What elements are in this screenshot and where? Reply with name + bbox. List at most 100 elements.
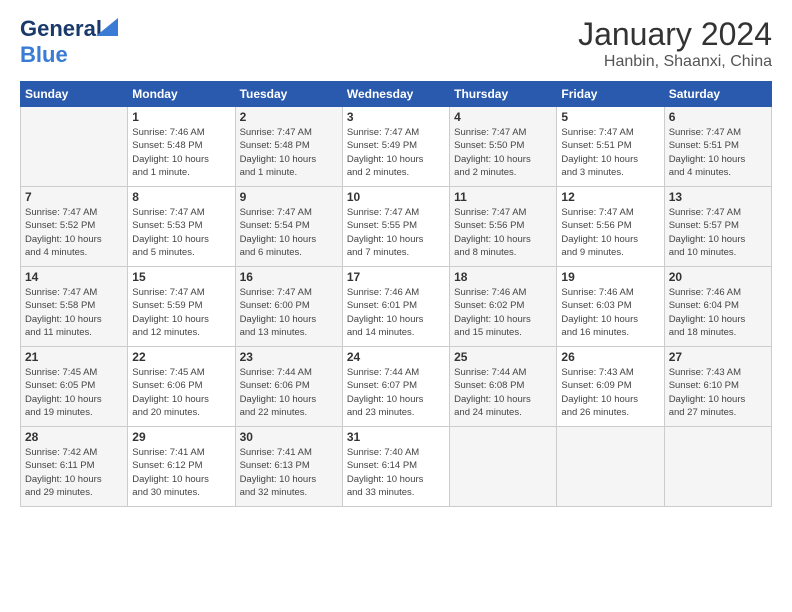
calendar-cell: 10 Sunrise: 7:47 AM Sunset: 5:55 PM Dayli… <box>342 187 449 267</box>
logo-blue: Blue <box>20 42 68 67</box>
calendar-cell: 12Sunrise: 7:47 AM Sunset: 5:56 PM Dayli… <box>557 187 664 267</box>
page: General Blue January 2024 Hanbin, Shaanx… <box>0 0 792 612</box>
calendar-cell: 29 Sunrise: 7:41 AM Sunset: 6:12 PM Dayli… <box>128 427 235 507</box>
day-info: Sunrise: 7:47 AM Sunset: 5:58 PM Dayligh… <box>25 286 123 339</box>
calendar-cell: 8 Sunrise: 7:47 AM Sunset: 5:53 PM Daylig… <box>128 187 235 267</box>
calendar-cell: 19 Sunrise: 7:46 AM Sunset: 6:03 PM Dayli… <box>557 267 664 347</box>
calendar-cell: 30 Sunrise: 7:41 AM Sunset: 6:13 PM Dayli… <box>235 427 342 507</box>
day-info: Sunrise: 7:47 AM Sunset: 5:52 PM Dayligh… <box>25 206 123 259</box>
calendar-cell: 31Sunrise: 7:40 AM Sunset: 6:14 PM Dayli… <box>342 427 449 507</box>
day-number: 2 <box>240 110 338 124</box>
day-info: Sunrise: 7:47 AM Sunset: 5:55 PM Dayligh… <box>347 206 445 259</box>
day-info: Sunrise: 7:47 AM Sunset: 5:59 PM Dayligh… <box>132 286 230 339</box>
day-info: Sunrise: 7:47 AM Sunset: 5:53 PM Dayligh… <box>132 206 230 259</box>
day-info: Sunrise: 7:47 AM Sunset: 5:51 PM Dayligh… <box>561 126 659 179</box>
day-number: 1 <box>132 110 230 124</box>
month-title: January 2024 <box>578 16 772 53</box>
calendar-cell <box>664 427 771 507</box>
day-info: Sunrise: 7:44 AM Sunset: 6:07 PM Dayligh… <box>347 366 445 419</box>
day-number: 9 <box>240 190 338 204</box>
day-number: 28 <box>25 430 123 444</box>
day-number: 11 <box>454 190 552 204</box>
day-info: Sunrise: 7:41 AM Sunset: 6:12 PM Dayligh… <box>132 446 230 499</box>
calendar-cell <box>557 427 664 507</box>
title-block: January 2024 Hanbin, Shaanxi, China <box>578 16 772 71</box>
day-number: 14 <box>25 270 123 284</box>
day-number: 30 <box>240 430 338 444</box>
calendar-cell: 5 Sunrise: 7:47 AM Sunset: 5:51 PM Daylig… <box>557 107 664 187</box>
day-number: 3 <box>347 110 445 124</box>
day-number: 20 <box>669 270 767 284</box>
calendar-table: SundayMondayTuesdayWednesdayThursdayFrid… <box>20 81 772 507</box>
calendar-cell: 9 Sunrise: 7:47 AM Sunset: 5:54 PM Daylig… <box>235 187 342 267</box>
calendar-cell: 16Sunrise: 7:47 AM Sunset: 6:00 PM Dayli… <box>235 267 342 347</box>
weekday-sunday: Sunday <box>21 82 128 107</box>
calendar-cell: 4 Sunrise: 7:47 AM Sunset: 5:50 PM Daylig… <box>450 107 557 187</box>
calendar-cell: 2 Sunrise: 7:47 AM Sunset: 5:48 PM Daylig… <box>235 107 342 187</box>
weekday-thursday: Thursday <box>450 82 557 107</box>
calendar-cell <box>21 107 128 187</box>
day-number: 26 <box>561 350 659 364</box>
logo-general: General <box>20 16 102 41</box>
calendar-cell: 24Sunrise: 7:44 AM Sunset: 6:07 PM Dayli… <box>342 347 449 427</box>
weekday-saturday: Saturday <box>664 82 771 107</box>
calendar-cell: 25 Sunrise: 7:44 AM Sunset: 6:08 PM Dayli… <box>450 347 557 427</box>
week-row-2: 7 Sunrise: 7:47 AM Sunset: 5:52 PM Daylig… <box>21 187 772 267</box>
day-number: 15 <box>132 270 230 284</box>
day-number: 7 <box>25 190 123 204</box>
day-number: 10 <box>347 190 445 204</box>
day-number: 29 <box>132 430 230 444</box>
calendar-cell: 23Sunrise: 7:44 AM Sunset: 6:06 PM Dayli… <box>235 347 342 427</box>
day-number: 19 <box>561 270 659 284</box>
calendar-cell: 20 Sunrise: 7:46 AM Sunset: 6:04 PM Dayli… <box>664 267 771 347</box>
day-info: Sunrise: 7:43 AM Sunset: 6:10 PM Dayligh… <box>669 366 767 419</box>
day-info: Sunrise: 7:40 AM Sunset: 6:14 PM Dayligh… <box>347 446 445 499</box>
day-info: Sunrise: 7:42 AM Sunset: 6:11 PM Dayligh… <box>25 446 123 499</box>
day-info: Sunrise: 7:46 AM Sunset: 6:03 PM Dayligh… <box>561 286 659 339</box>
calendar-cell: 1 Sunrise: 7:46 AM Sunset: 5:48 PM Daylig… <box>128 107 235 187</box>
day-info: Sunrise: 7:46 AM Sunset: 6:02 PM Dayligh… <box>454 286 552 339</box>
calendar-cell: 27Sunrise: 7:43 AM Sunset: 6:10 PM Dayli… <box>664 347 771 427</box>
day-info: Sunrise: 7:43 AM Sunset: 6:09 PM Dayligh… <box>561 366 659 419</box>
calendar-cell: 14 Sunrise: 7:47 AM Sunset: 5:58 PM Dayli… <box>21 267 128 347</box>
day-info: Sunrise: 7:45 AM Sunset: 6:05 PM Dayligh… <box>25 366 123 419</box>
calendar-cell: 13Sunrise: 7:47 AM Sunset: 5:57 PM Dayli… <box>664 187 771 267</box>
calendar-cell: 22 Sunrise: 7:45 AM Sunset: 6:06 PM Dayli… <box>128 347 235 427</box>
day-info: Sunrise: 7:47 AM Sunset: 5:57 PM Dayligh… <box>669 206 767 259</box>
calendar-cell: 7 Sunrise: 7:47 AM Sunset: 5:52 PM Daylig… <box>21 187 128 267</box>
day-info: Sunrise: 7:47 AM Sunset: 5:49 PM Dayligh… <box>347 126 445 179</box>
location-title: Hanbin, Shaanxi, China <box>578 53 772 71</box>
week-row-3: 14 Sunrise: 7:47 AM Sunset: 5:58 PM Dayli… <box>21 267 772 347</box>
day-info: Sunrise: 7:47 AM Sunset: 5:48 PM Dayligh… <box>240 126 338 179</box>
day-info: Sunrise: 7:47 AM Sunset: 5:54 PM Dayligh… <box>240 206 338 259</box>
logo-arrow-icon <box>96 18 118 36</box>
day-info: Sunrise: 7:46 AM Sunset: 6:04 PM Dayligh… <box>669 286 767 339</box>
day-number: 6 <box>669 110 767 124</box>
day-number: 8 <box>132 190 230 204</box>
day-info: Sunrise: 7:41 AM Sunset: 6:13 PM Dayligh… <box>240 446 338 499</box>
day-info: Sunrise: 7:45 AM Sunset: 6:06 PM Dayligh… <box>132 366 230 419</box>
calendar-cell <box>450 427 557 507</box>
day-info: Sunrise: 7:44 AM Sunset: 6:08 PM Dayligh… <box>454 366 552 419</box>
week-row-4: 21 Sunrise: 7:45 AM Sunset: 6:05 PM Dayli… <box>21 347 772 427</box>
day-info: Sunrise: 7:44 AM Sunset: 6:06 PM Dayligh… <box>240 366 338 419</box>
calendar-cell: 18 Sunrise: 7:46 AM Sunset: 6:02 PM Dayli… <box>450 267 557 347</box>
logo: General Blue <box>20 16 102 68</box>
weekday-tuesday: Tuesday <box>235 82 342 107</box>
day-info: Sunrise: 7:47 AM Sunset: 5:50 PM Dayligh… <box>454 126 552 179</box>
calendar-cell: 3 Sunrise: 7:47 AM Sunset: 5:49 PM Daylig… <box>342 107 449 187</box>
day-info: Sunrise: 7:46 AM Sunset: 6:01 PM Dayligh… <box>347 286 445 339</box>
day-number: 4 <box>454 110 552 124</box>
calendar-cell: 15 Sunrise: 7:47 AM Sunset: 5:59 PM Dayli… <box>128 267 235 347</box>
day-number: 25 <box>454 350 552 364</box>
day-number: 21 <box>25 350 123 364</box>
day-number: 5 <box>561 110 659 124</box>
day-number: 17 <box>347 270 445 284</box>
day-number: 22 <box>132 350 230 364</box>
weekday-monday: Monday <box>128 82 235 107</box>
calendar-cell: 11 Sunrise: 7:47 AM Sunset: 5:56 PM Dayli… <box>450 187 557 267</box>
day-info: Sunrise: 7:46 AM Sunset: 5:48 PM Dayligh… <box>132 126 230 179</box>
day-number: 18 <box>454 270 552 284</box>
day-info: Sunrise: 7:47 AM Sunset: 5:56 PM Dayligh… <box>454 206 552 259</box>
calendar-cell: 26 Sunrise: 7:43 AM Sunset: 6:09 PM Dayli… <box>557 347 664 427</box>
